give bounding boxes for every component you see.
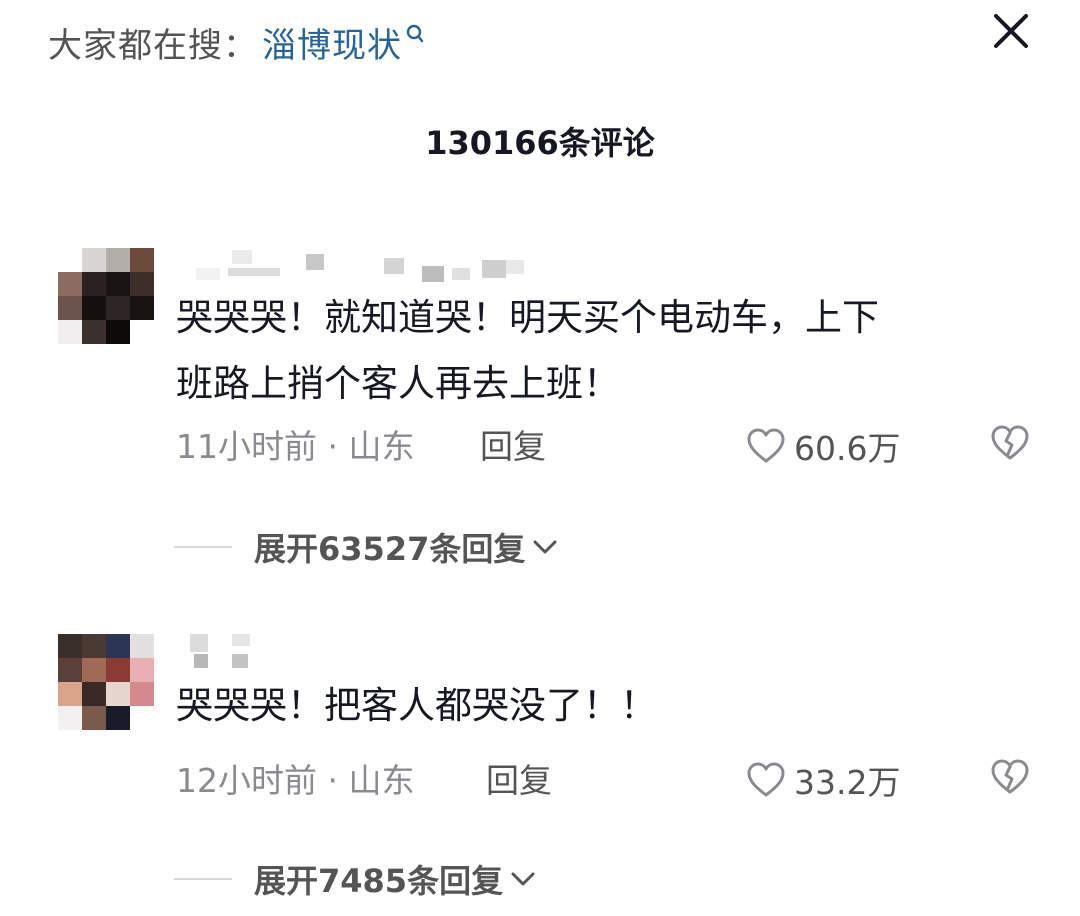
divider [174, 878, 232, 880]
reply-button[interactable]: 回复 [480, 420, 546, 468]
search-suggestion-bar[interactable]: 大家都在搜： 淄博现状 [48, 14, 424, 70]
reply-button[interactable]: 回复 [486, 754, 552, 802]
like-button[interactable]: 60.6万 [746, 422, 900, 470]
comment-meta: 11小时前 · 山东 [176, 420, 414, 468]
avatar[interactable] [58, 634, 154, 730]
comment-text-line: 哭哭哭！把客人都哭没了！！ [176, 684, 657, 727]
like-count: 33.2万 [794, 763, 901, 802]
expand-replies-label: 展开7485条回复 [254, 862, 504, 900]
comment-meta: 12小时前 · 山东 [176, 754, 414, 802]
expand-replies-label: 展开63527条回复 [254, 530, 526, 568]
comment-time-location: 12小时前 · 山东 [176, 761, 415, 800]
username[interactable] [176, 230, 536, 290]
comment-item: 哭哭哭！就知道哭！明天买个电动车，上下 班路上捎个客人再去上班！ 11小时前 ·… [0, 220, 1080, 590]
dislike-button[interactable] [990, 424, 1030, 466]
search-suggestion-link[interactable]: 淄博现状 [262, 18, 402, 67]
heart-icon [747, 428, 785, 463]
broken-heart-icon [991, 425, 1029, 460]
search-icon [406, 24, 424, 46]
chevron-down-icon [511, 872, 535, 886]
comment-text: 哭哭哭！就知道哭！明天买个电动车，上下 班路上捎个客人再去上班！ [176, 292, 1016, 410]
close-button[interactable] [988, 8, 1034, 54]
like-count: 60.6万 [794, 429, 901, 468]
username[interactable] [176, 630, 296, 670]
comment-text-line: 班路上捎个客人再去上班！ [176, 362, 620, 405]
expand-replies-button[interactable]: 展开63527条回复 [174, 524, 559, 570]
close-icon [994, 14, 1028, 48]
chevron-down-icon [533, 540, 557, 554]
heart-icon [747, 762, 785, 797]
divider [174, 546, 232, 548]
comment-time-location: 11小时前 · 山东 [176, 427, 415, 466]
broken-heart-icon [991, 759, 1029, 794]
expand-replies-button[interactable]: 展开7485条回复 [174, 856, 537, 902]
comment-text-line: 哭哭哭！就知道哭！明天买个电动车，上下 [176, 296, 879, 339]
comment-count-title: 130166条评论 [425, 124, 655, 162]
comment-text: 哭哭哭！把客人都哭没了！！ [176, 680, 1016, 732]
search-prefix-label: 大家都在搜： [48, 25, 258, 66]
avatar[interactable] [58, 248, 154, 344]
like-button[interactable]: 33.2万 [746, 756, 900, 804]
dislike-button[interactable] [990, 758, 1030, 800]
comment-item: 哭哭哭！把客人都哭没了！！ 12小时前 · 山东 回复 33.2万 展开7485… [0, 620, 1080, 916]
